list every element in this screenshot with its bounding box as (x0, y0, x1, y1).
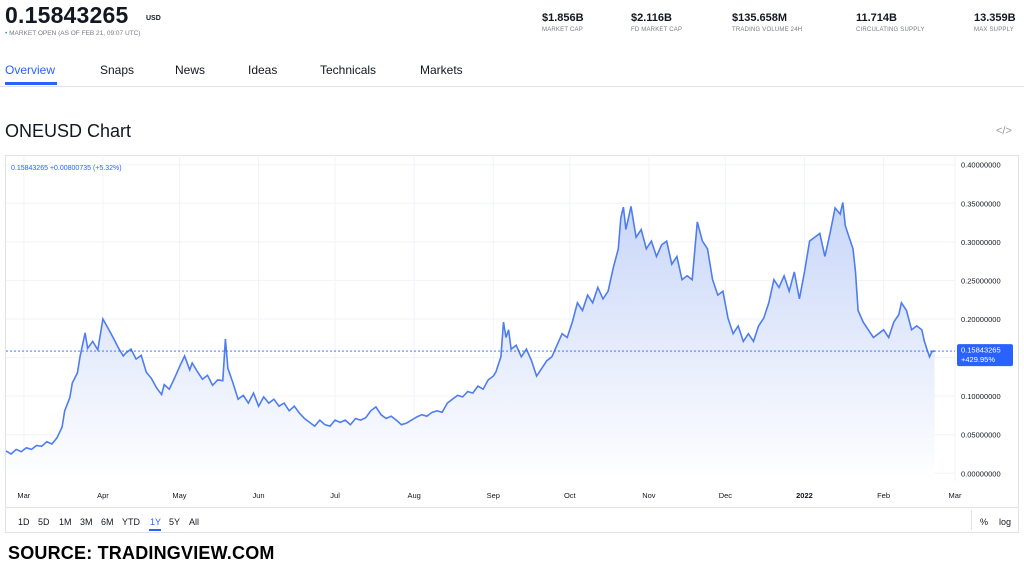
x-tick-label: Jun (253, 491, 265, 500)
range-all[interactable]: All (189, 517, 199, 527)
last-price-label: 0.15843265 +429.95% (957, 344, 1013, 367)
last-price-value: 0.15843265 (961, 346, 1001, 355)
log-scale-button[interactable]: log (999, 517, 1011, 527)
x-tick-label: Nov (642, 491, 656, 500)
y-tick-label: 0.20000000 (961, 315, 1001, 324)
last-price-change: +429.95% (961, 355, 995, 364)
range-6m[interactable]: 6M (101, 517, 114, 527)
x-tick-label: Apr (97, 491, 109, 500)
percent-scale-button[interactable]: % (980, 517, 988, 527)
x-tick-label: Mar (17, 491, 30, 500)
x-tick-label: Oct (564, 491, 577, 500)
range-5d[interactable]: 5D (38, 517, 50, 527)
x-tick-label: Dec (719, 491, 733, 500)
range-5y[interactable]: 5Y (169, 517, 180, 527)
x-tick-label: Mar (949, 491, 962, 500)
price-chart[interactable]: 0.000000000.050000000.100000000.15000000… (0, 0, 1024, 570)
x-tick-label: Jul (330, 491, 340, 500)
y-tick-label: 0.00000000 (961, 469, 1001, 478)
legend-change: +0.00800735 (49, 165, 92, 172)
x-tick-label: 2022 (796, 491, 813, 500)
y-tick-label: 0.05000000 (961, 431, 1001, 440)
range-1y[interactable]: 1Y (150, 517, 161, 527)
y-tick-label: 0.10000000 (961, 392, 1001, 401)
y-tick-label: 0.25000000 (961, 276, 1001, 285)
x-tick-label: May (172, 491, 186, 500)
legend-price: 0.15843265 (11, 165, 48, 172)
source-credit: SOURCE: TRADINGVIEW.COM (8, 543, 275, 563)
range-1d[interactable]: 1D (18, 517, 30, 527)
legend-change-pct: (+5.32%) (92, 165, 122, 172)
active-range-underline (149, 529, 161, 531)
y-tick-label: 0.40000000 (961, 161, 1001, 170)
x-tick-label: Sep (487, 491, 500, 500)
price-area (6, 202, 935, 481)
range-separator (971, 510, 972, 530)
y-tick-label: 0.30000000 (961, 238, 1001, 247)
x-tick-label: Aug (407, 491, 420, 500)
range-bar: 1D 5D 1M 3M 6M YTD 1Y 5Y All % log (6, 507, 1018, 533)
x-tick-label: Feb (877, 491, 890, 500)
chart-legend: 0.15843265 +0.00800735 (+5.32%) (11, 165, 122, 172)
range-ytd[interactable]: YTD (122, 517, 140, 527)
range-3m[interactable]: 3M (80, 517, 93, 527)
y-tick-label: 0.35000000 (961, 199, 1001, 208)
range-1m[interactable]: 1M (59, 517, 72, 527)
